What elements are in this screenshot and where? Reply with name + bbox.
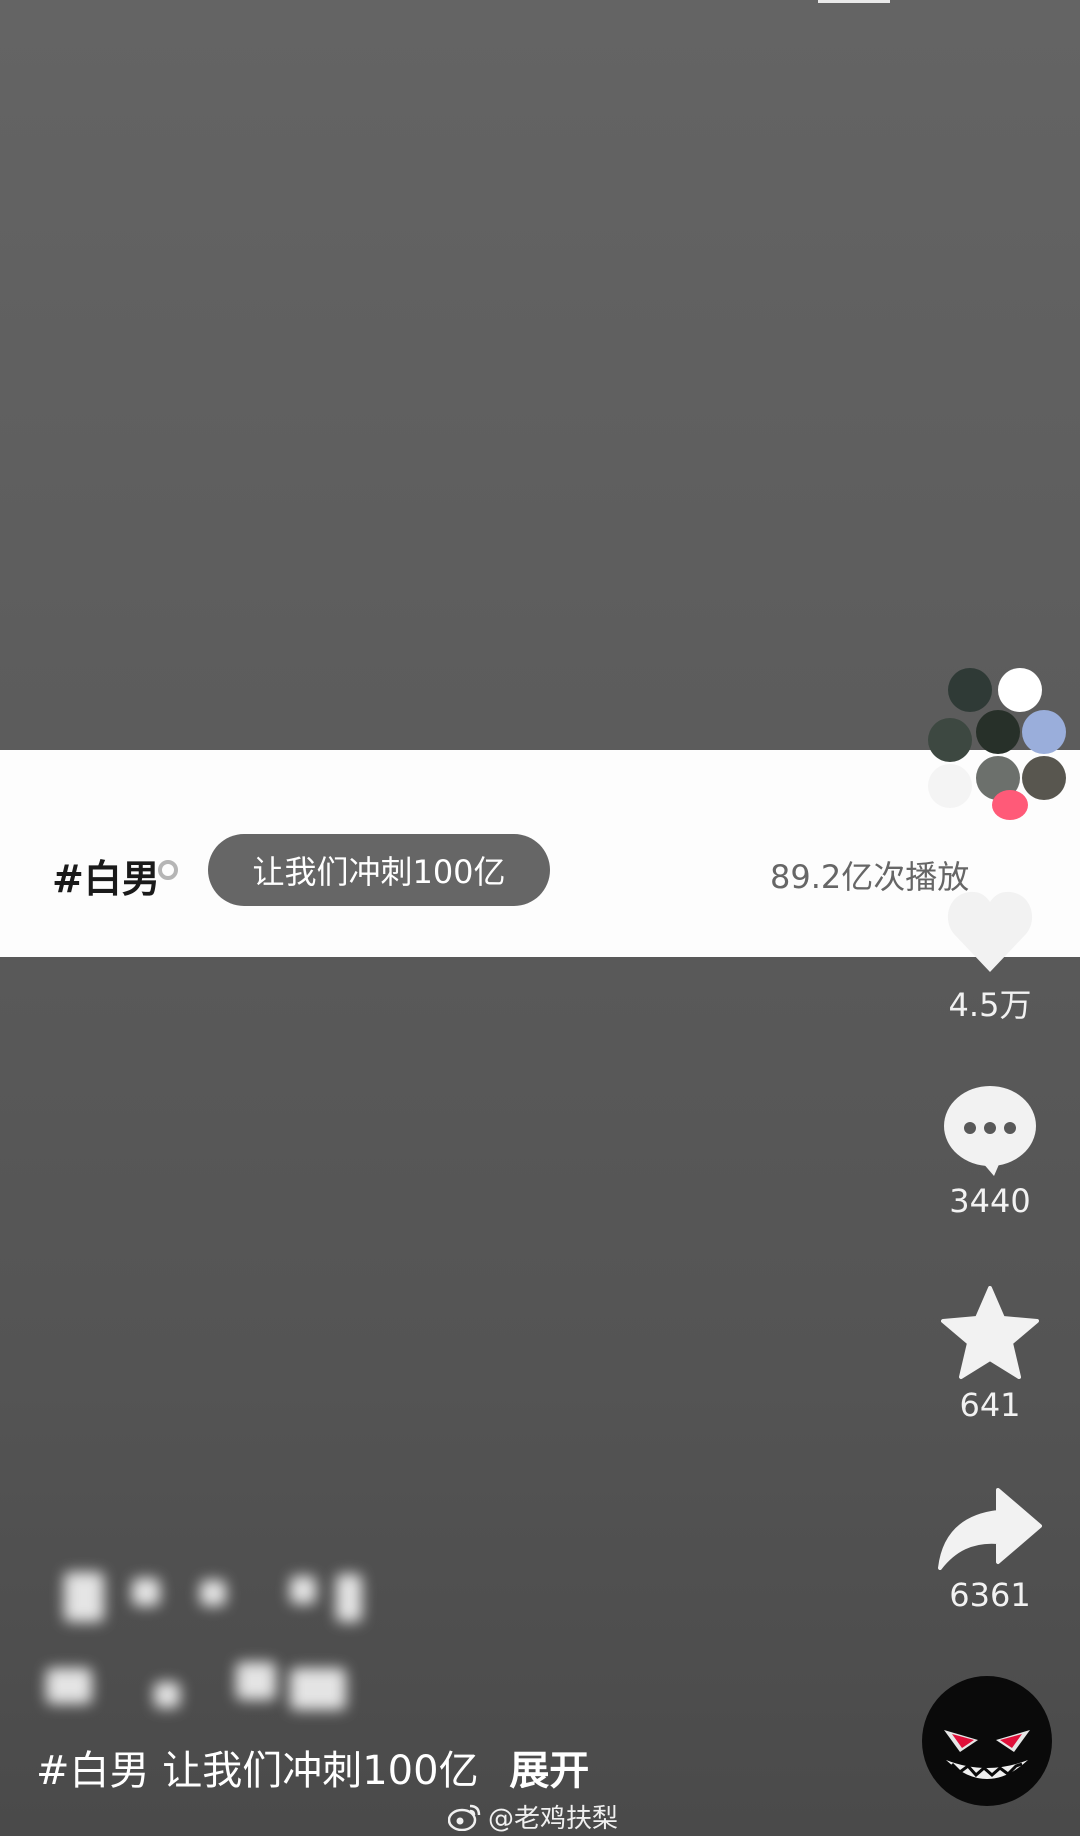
video-caption[interactable]: #白男 让我们冲刺100亿 展开	[36, 1738, 589, 1796]
author-avatar[interactable]	[922, 1676, 1052, 1806]
topic-ring-icon	[158, 860, 178, 880]
watermark: @老鸡扶梨	[448, 1798, 618, 1835]
username-blurred	[336, 1574, 362, 1622]
watermark-text: @老鸡扶梨	[488, 1804, 619, 1834]
info-blurred	[154, 1682, 180, 1708]
caption-hashtag[interactable]: #白男	[36, 1748, 150, 1794]
topic-tag[interactable]: #白男	[52, 848, 160, 903]
comment-icon	[944, 1086, 1036, 1176]
info-blurred	[236, 1662, 276, 1700]
weibo-icon	[448, 1804, 481, 1831]
share-button[interactable]: 6361	[930, 1488, 1050, 1614]
heart-icon	[947, 891, 1033, 972]
comment-count: 3440	[949, 1182, 1031, 1220]
share-icon	[938, 1488, 1042, 1570]
favorite-button[interactable]: 641	[930, 1286, 1050, 1424]
username-blurred	[200, 1580, 226, 1606]
username-blurred	[290, 1576, 316, 1604]
username-blurred	[132, 1578, 160, 1606]
expand-link[interactable]: 展开	[509, 1748, 589, 1794]
ghost-face-icon	[944, 1730, 1030, 1779]
topic-pill-label: 让我们冲刺100亿	[252, 853, 506, 891]
star-icon	[941, 1286, 1039, 1379]
info-blurred	[290, 1668, 346, 1710]
username-blurred	[64, 1572, 104, 1622]
caption-text: 让我们冲刺100亿	[162, 1748, 479, 1794]
favorite-count: 641	[959, 1386, 1021, 1424]
topic-pill-button[interactable]: 让我们冲刺100亿	[208, 834, 550, 906]
comment-button[interactable]: 3440	[930, 1084, 1050, 1220]
share-count: 6361	[949, 1576, 1031, 1614]
like-button[interactable]: 4.5万	[930, 888, 1050, 1026]
like-count: 4.5万	[948, 986, 1032, 1024]
creator-avatar[interactable]	[928, 668, 1080, 820]
top-indicator	[818, 0, 890, 3]
info-blurred	[46, 1668, 92, 1704]
